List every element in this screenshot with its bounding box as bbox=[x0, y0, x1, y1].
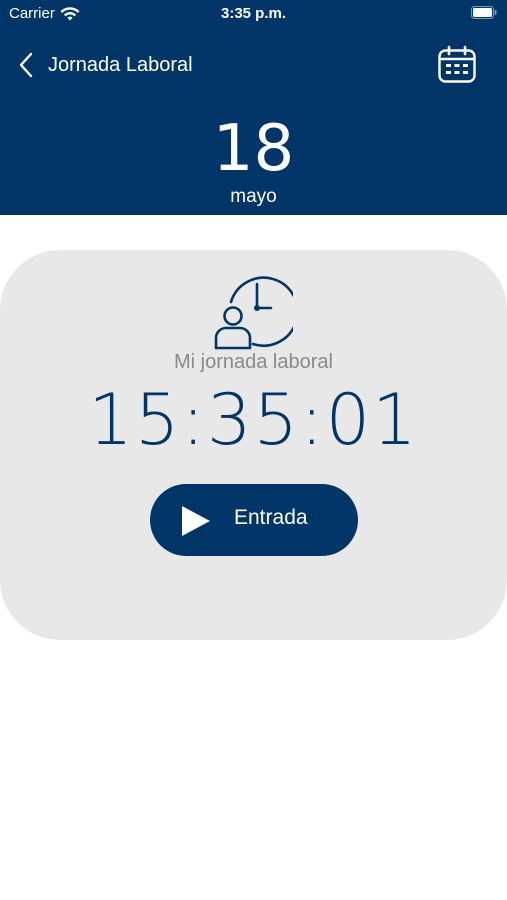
workday-label: Mi jornada laboral bbox=[174, 351, 333, 373]
page-title: Jornada Laboral bbox=[48, 53, 193, 76]
header: Carrier 3:35 p.m. Jornada Laboral 18 may… bbox=[0, 0, 507, 215]
status-time: 3:35 p.m. bbox=[220, 5, 287, 22]
calendar-icon[interactable] bbox=[437, 45, 477, 85]
battery-icon bbox=[471, 6, 497, 19]
entrada-button-label: Entrada bbox=[234, 506, 308, 529]
status-bar: Carrier 3:35 p.m. bbox=[0, 0, 507, 30]
back-button[interactable]: Jornada Laboral bbox=[16, 50, 193, 80]
worker-clock-icon bbox=[214, 276, 293, 350]
entrada-button[interactable]: Entrada bbox=[150, 484, 358, 556]
play-icon bbox=[182, 506, 210, 536]
date-month: mayo bbox=[230, 186, 277, 207]
date-day: 18 bbox=[212, 112, 295, 186]
chevron-left-icon bbox=[19, 52, 33, 78]
navbar: Jornada Laboral bbox=[0, 40, 507, 90]
clock-display: 15:35:01 bbox=[88, 379, 419, 461]
